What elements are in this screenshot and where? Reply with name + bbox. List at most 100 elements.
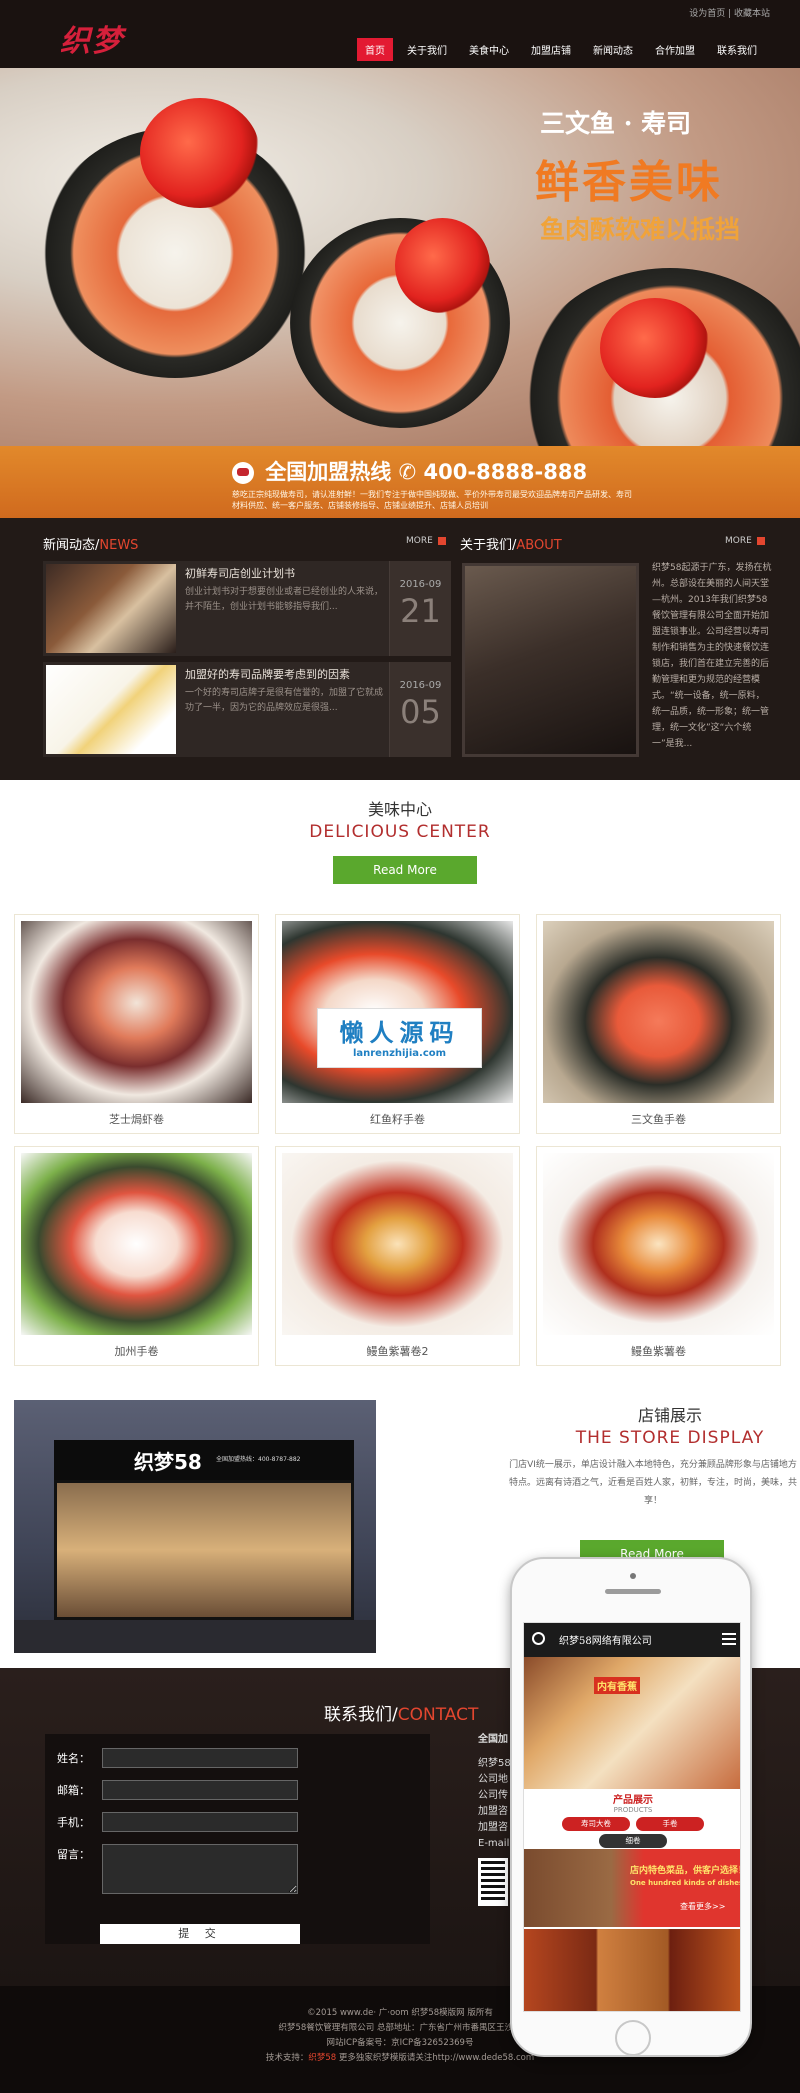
store-floor — [14, 1620, 376, 1653]
search-icon[interactable] — [532, 1632, 545, 1645]
product-name: 三文鱼手卷 — [631, 1113, 686, 1126]
phone-screen: 织梦58网络有限公司 内有香蕉 产品展示 PRODUCTS 寿司大卷 手卷 细卷… — [523, 1622, 741, 2012]
store-title-en: THE STORE DISPLAY — [575, 1428, 765, 1448]
about-text: 织梦58起源于广东，发扬在杭州。总部设在美丽的人间天堂—杭州。2013年我们织梦… — [652, 563, 772, 749]
nav-food-center[interactable]: 美食中心 — [461, 38, 517, 61]
hotline: 全国加盟热线 ✆ 400-8888-888 — [232, 456, 587, 486]
storefront-image: 织梦58 全国加盟热线：400-8787-882 — [14, 1400, 376, 1653]
mobile-tab[interactable]: 手卷 — [636, 1817, 704, 1831]
news-item[interactable]: 加盟好的寿司品牌要考虑到的因素 一个好的寿司店牌子是很有信誉的，加盟了它就成功了… — [43, 662, 451, 757]
hotline-bar: 全国加盟热线 ✆ 400-8888-888 慈吃正宗纯现做寿司，请认准射鲜！一我… — [0, 446, 800, 518]
news-item-desc: 一个好的寿司店牌子是很有信誉的，加盟了它就成功了一半，因为它的品牌效应是很强..… — [185, 688, 384, 713]
product-card[interactable]: 加州手卷 — [14, 1146, 259, 1366]
mobile-products-heading: 产品展示 PRODUCTS — [613, 1795, 653, 1814]
phone-mockup: 织梦58网络有限公司 内有香蕉 产品展示 PRODUCTS 寿司大卷 手卷 细卷… — [510, 1557, 752, 2057]
bookmark-link[interactable]: 收藏本站 — [734, 9, 770, 19]
center-read-more-button[interactable]: Read More — [333, 856, 477, 884]
nav-news[interactable]: 新闻动态 — [585, 38, 641, 61]
support-link[interactable]: 织梦58 — [308, 2053, 336, 2063]
top-links: 设为首页 | 收藏本站 — [689, 9, 770, 19]
menu-icon[interactable] — [722, 1633, 736, 1645]
name-input[interactable] — [102, 1748, 298, 1768]
product-name: 鳗鱼紫薯卷2 — [366, 1345, 429, 1358]
mobile-feature-banner: 店内特色菜品，供客户选择！ One hundred kinds of dishe… — [524, 1849, 740, 1927]
contact-title: 联系我们/CONTACT — [324, 1705, 479, 1725]
product-card[interactable]: 芝士焗虾卷 — [14, 914, 259, 1134]
center-title-cn: 美味中心 — [367, 800, 432, 819]
product-image — [282, 1153, 513, 1335]
mobile-view-more[interactable]: 查看更多>> — [680, 1901, 725, 1912]
site-header: 织梦 设为首页 | 收藏本站 首页 关于我们 美食中心 加盟店铺 新闻动态 合作… — [0, 0, 800, 68]
store-window — [54, 1480, 354, 1620]
banner-line1: 三文鱼 · 寿司 — [540, 109, 692, 138]
speaker-icon — [605, 1589, 661, 1594]
watermark-url: lanrenzhijia.com — [352, 1048, 447, 1059]
product-card[interactable]: 鳗鱼紫薯卷2 — [275, 1146, 520, 1366]
contact-form: 姓名： 邮箱： 手机： 留言： 提 交 — [45, 1734, 430, 1944]
product-image — [21, 921, 252, 1103]
mobile-tab[interactable]: 细卷 — [599, 1834, 667, 1848]
email-label: 邮箱： — [57, 1784, 90, 1797]
mobile-title: 织梦58网络有限公司 — [559, 1636, 652, 1647]
product-card[interactable]: 三文鱼手卷 — [536, 914, 781, 1134]
store-title-cn: 店铺展示 — [637, 1406, 702, 1425]
submit-button[interactable]: 提 交 — [100, 1924, 300, 1944]
chef-icon — [232, 462, 254, 484]
restaurant-interior-image — [462, 563, 639, 757]
product-name: 芝士焗虾卷 — [109, 1113, 164, 1126]
store-sign: 织梦58 全国加盟热线：400-8787-882 — [54, 1440, 354, 1480]
news-date: 2016-09 05 — [389, 662, 451, 757]
news-item[interactable]: 初鲜寿司店创业计划书 创业计划书对于想要创业或者已经创业的人来说，并不陌生，创业… — [43, 561, 451, 656]
watermark: 懒人源码 lanrenzhijia.com — [317, 1008, 482, 1068]
news-thumbnail — [46, 564, 176, 653]
news-item-title[interactable]: 初鲜寿司店创业计划书 — [185, 565, 295, 581]
product-card[interactable]: 鳗鱼紫薯卷 — [536, 1146, 781, 1366]
email-input[interactable] — [102, 1780, 298, 1800]
center-heading: 美味中心 DELICIOUS CENTER — [0, 796, 800, 842]
nav-franchise[interactable]: 合作加盟 — [647, 38, 703, 61]
product-name: 加州手卷 — [114, 1345, 159, 1358]
logo-text: 织梦 — [60, 24, 124, 59]
about-more-link[interactable]: MORE — [725, 536, 765, 546]
home-button-icon — [615, 2020, 651, 2056]
news-about-section: 新闻动态/NEWS MORE 初鲜寿司店创业计划书 创业计划书对于想要创业或者已… — [0, 518, 800, 780]
nav-home[interactable]: 首页 — [357, 38, 393, 61]
product-image — [543, 921, 774, 1103]
site-logo[interactable]: 织梦 — [60, 16, 180, 59]
product-image — [21, 1153, 252, 1335]
set-homepage-link[interactable]: 设为首页 — [689, 9, 725, 19]
phone-label: 手机： — [57, 1816, 90, 1829]
hotline-phone: 400-8888-888 — [423, 460, 588, 484]
nav-contact[interactable]: 联系我们 — [709, 38, 765, 61]
contact-info: 全国加 织梦58 公司地 公司传 加盟咨 加盟咨 E-mail — [478, 1732, 511, 1906]
salmon-roe-image — [140, 98, 260, 208]
nav-stores[interactable]: 加盟店铺 — [523, 38, 579, 61]
phone-input[interactable] — [102, 1812, 298, 1832]
banner-line3: 鱼肉酥软难以抵挡 — [540, 215, 741, 244]
mobile-food-grid — [524, 1929, 740, 2011]
product-image — [543, 1153, 774, 1335]
message-label: 留言： — [57, 1848, 90, 1861]
mobile-banner: 内有香蕉 — [524, 1657, 740, 1789]
phone-icon: ✆ — [398, 460, 417, 484]
name-label: 姓名： — [57, 1752, 90, 1765]
product-name: 鳗鱼紫薯卷 — [631, 1345, 686, 1358]
news-date: 2016-09 21 — [389, 561, 451, 656]
news-title: 新闻动态/NEWS — [43, 538, 139, 553]
salmon-roe-image — [600, 298, 710, 398]
qr-code-icon — [478, 1858, 508, 1906]
banner-line2: 鲜香美味 — [535, 157, 723, 208]
watermark-text: 懒人源码 — [339, 1019, 460, 1047]
news-item-title[interactable]: 加盟好的寿司品牌要考虑到的因素 — [185, 666, 350, 682]
news-more-link[interactable]: MORE — [406, 536, 446, 546]
hotline-label: 全国加盟热线 — [265, 460, 392, 484]
message-textarea[interactable] — [102, 1844, 298, 1894]
salmon-roe-image — [395, 218, 490, 313]
mobile-header: 织梦58网络有限公司 — [524, 1623, 740, 1657]
mobile-tab[interactable]: 寿司大卷 — [562, 1817, 630, 1831]
news-thumbnail — [46, 665, 176, 754]
hotline-desc: 慈吃正宗纯现做寿司，请认准射鲜！一我们专注于做中国纯现做、平价外带寿司最受欢迎品… — [232, 490, 632, 510]
nav-about[interactable]: 关于我们 — [399, 38, 455, 61]
camera-icon — [630, 1573, 636, 1579]
center-title-en: DELICIOUS CENTER — [309, 822, 491, 842]
